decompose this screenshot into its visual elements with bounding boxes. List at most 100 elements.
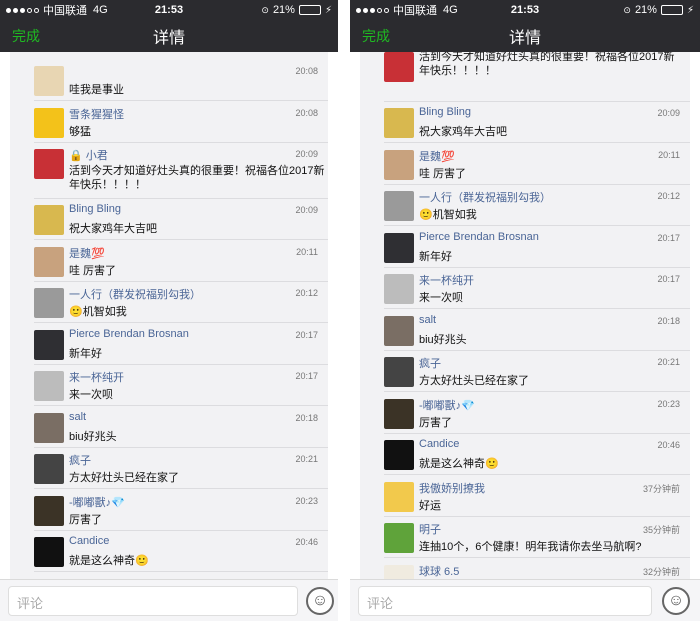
comment-text: 厉害了 <box>419 416 452 429</box>
avatar[interactable] <box>34 371 64 401</box>
comment-item[interactable]: 是魏💯 20:11 哇 厉害了 <box>10 241 328 282</box>
comment-time: 20:46 <box>657 440 680 450</box>
comment-time: 20:23 <box>295 495 318 506</box>
avatar[interactable] <box>34 246 64 277</box>
comment-item[interactable]: 疯子 20:21 方太好灶头已经在家了 <box>10 448 328 489</box>
comment-item[interactable]: 来一杯纯开 20:17 来一次呗 <box>360 268 690 309</box>
comment-author[interactable]: 🔒 小君 <box>69 147 108 163</box>
comment-author[interactable]: salt <box>69 411 86 423</box>
comment-author[interactable]: 一人行（群发祝福别勾我） <box>69 286 201 302</box>
comment-author[interactable]: 是魏💯 <box>419 148 455 164</box>
avatar[interactable] <box>34 205 64 235</box>
comment-item[interactable]: 一人行（群发祝福别勾我） 20:12 🙂机智如我 <box>10 282 328 323</box>
avatar[interactable] <box>384 564 414 579</box>
comment-item[interactable]: -嘟嘟獸♪💎 20:23 厉害了 <box>10 490 328 531</box>
comment-list[interactable]: 活到今天才知道好灶头真的很重要！祝福各位2017新年快乐！！！！ Bling Bl… <box>360 52 690 579</box>
done-button[interactable]: 完成 <box>12 26 40 46</box>
comment-text: 活到今天才知道好灶头真的很重要！祝福各位2017新年快乐！！！！ <box>69 165 325 191</box>
status-bar: 中国联通 4G 21:53 ⊙ 21% ⚡ <box>350 0 700 20</box>
comment-item[interactable]: 一人行（群发祝福别勾我） 20:12 🙂机智如我 <box>360 185 690 226</box>
comment-time: 20:09 <box>657 108 680 118</box>
comment-author[interactable]: 疯子 <box>69 452 91 468</box>
comment-item[interactable]: -嘟嘟獸♪💎 20:23 厉害了 <box>360 393 690 434</box>
comment-item[interactable]: 来一杯纯开 20:17 来一次呗 <box>10 365 328 406</box>
comment-item[interactable]: 疯子 20:21 方太好灶头已经在家了 <box>360 351 690 392</box>
comment-item[interactable]: Bling Bling 20:09 祝大家鸡年大吉吧 <box>10 199 328 240</box>
comment-item[interactable]: 雪条猩猩怪 20:08 够猛 <box>10 102 328 143</box>
comment-item[interactable]: salt 20:18 biu好兆头 <box>360 310 690 351</box>
avatar[interactable] <box>384 315 414 346</box>
comment-author[interactable]: Pierce Brendan Brosnan <box>419 231 539 243</box>
avatar[interactable] <box>384 357 414 387</box>
avatar[interactable] <box>384 398 414 429</box>
avatar[interactable] <box>34 495 64 526</box>
comment-item[interactable]: 明子 35分钟前 连抽10个，6个健康！明年我请你去坐马航啊? <box>360 517 690 558</box>
avatar[interactable] <box>384 481 414 512</box>
comment-list[interactable]: 20:08 哇我是事业 雪条猩猩怪 20:08 够猛 🔒 小君 20:09 活到今天才知道好灶… <box>10 52 328 579</box>
comment-item[interactable]: salt 20:18 biu好兆头 <box>10 407 328 448</box>
comment-text: biu好兆头 <box>419 333 467 346</box>
comment-time: 20:18 <box>657 315 680 326</box>
emoji-icon[interactable]: ☺ <box>306 587 334 615</box>
comment-author[interactable]: 一人行（群发祝福别勾我） <box>419 189 551 205</box>
carrier-label: 中国联通 <box>43 5 87 17</box>
battery-icon <box>660 5 683 15</box>
comment-author[interactable]: Candice <box>419 438 459 450</box>
avatar[interactable] <box>34 537 64 567</box>
done-button[interactable]: 完成 <box>362 26 390 46</box>
avatar[interactable] <box>34 107 64 138</box>
comment-time: 20:12 <box>295 288 318 298</box>
comment-item[interactable]: Candice 20:46 就是这么神奇🙂 <box>10 531 328 572</box>
comment-text: 够猛 <box>69 125 91 138</box>
comment-author[interactable]: 明子 <box>419 521 441 537</box>
comment-time: 20:21 <box>295 454 318 464</box>
avatar[interactable] <box>384 232 414 263</box>
comment-author[interactable]: 来一杯纯开 <box>419 272 474 288</box>
comment-author[interactable]: 是魏💯 <box>69 245 105 261</box>
avatar[interactable] <box>34 66 64 96</box>
comment-item[interactable]: 20:08 哇我是事业 <box>10 60 328 101</box>
comment-author[interactable]: salt <box>419 314 436 326</box>
emoji-icon[interactable]: ☺ <box>662 587 690 615</box>
comment-author[interactable]: -嘟嘟獸♪💎 <box>419 397 475 413</box>
comment-item[interactable]: Candice 20:46 就是这么神奇🙂 <box>360 434 690 475</box>
comment-author[interactable]: 我傲娇别撩我 <box>419 480 485 496</box>
avatar[interactable] <box>384 274 414 304</box>
avatar[interactable] <box>384 149 414 180</box>
avatar[interactable] <box>34 288 64 318</box>
comment-author[interactable]: 雪条猩猩怪 <box>69 106 124 122</box>
comment-input[interactable]: 评论 <box>8 586 298 616</box>
comment-author[interactable]: Candice <box>69 535 109 547</box>
comment-author[interactable]: 来一杯纯开 <box>69 369 124 385</box>
comment-item[interactable]: 球球 6.532分钟前事业爱情好兆头 <box>360 559 690 579</box>
battery-icon <box>298 5 321 15</box>
comment-item[interactable]: Bling Bling 20:09 祝大家鸡年大吉吧 <box>360 102 690 143</box>
comment-input[interactable]: 评论 <box>358 586 652 616</box>
comment-item[interactable]: Pierce Brendan Brosnan 20:17 新年好 <box>360 227 690 268</box>
avatar[interactable] <box>34 454 64 484</box>
avatar[interactable] <box>384 108 414 138</box>
comment-author[interactable]: 疯子 <box>419 355 441 371</box>
avatar[interactable] <box>384 191 414 221</box>
comment-author[interactable]: 球球 6.5 <box>419 563 459 579</box>
comment-item[interactable]: 我傲娇别撩我 37分钟前 好运 <box>360 476 690 517</box>
comment-item[interactable]: 是魏💯 20:11 哇 厉害了 <box>360 144 690 185</box>
comment-author[interactable]: Pierce Brendan Brosnan <box>69 328 189 340</box>
comment-text: 新年好 <box>419 250 452 263</box>
avatar[interactable] <box>384 523 414 553</box>
comment-item[interactable]: 🔒 小君 20:09 活到今天才知道好灶头真的很重要！祝福各位2017新年快乐！！！… <box>10 143 328 199</box>
avatar[interactable] <box>384 440 414 470</box>
comment-author[interactable]: -嘟嘟獸♪💎 <box>69 494 125 510</box>
comment-item[interactable]: Pierce Brendan Brosnan 20:17 新年好 <box>10 324 328 365</box>
network-label: 4G <box>93 4 108 16</box>
avatar[interactable] <box>34 329 64 360</box>
comment-author[interactable]: Bling Bling <box>69 203 121 215</box>
avatar[interactable] <box>384 52 414 82</box>
comment-time: 20:18 <box>295 412 318 423</box>
battery-percent: 21% <box>634 4 657 16</box>
comment-text: 就是这么神奇🙂 <box>69 555 149 567</box>
comment-author[interactable]: Bling Bling <box>419 106 471 118</box>
avatar[interactable] <box>34 412 64 443</box>
comment-item[interactable]: 活到今天才知道好灶头真的很重要！祝福各位2017新年快乐！！！！ <box>360 52 690 102</box>
avatar[interactable] <box>34 149 64 179</box>
